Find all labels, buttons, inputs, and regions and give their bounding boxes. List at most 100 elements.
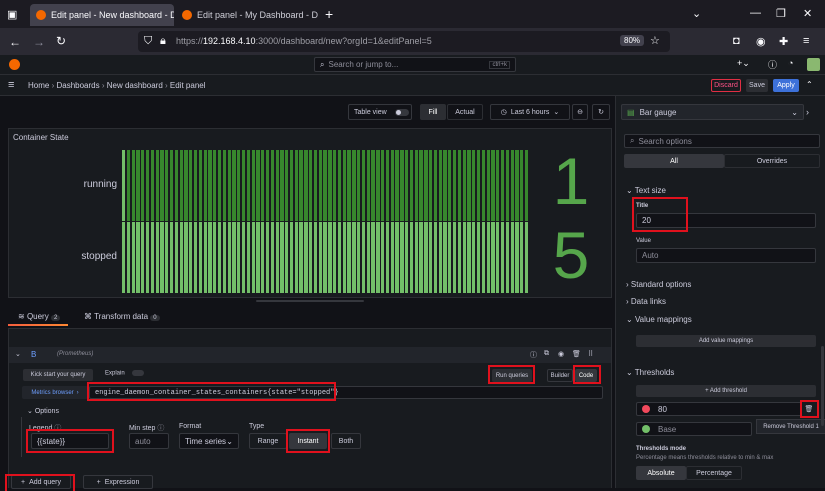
fill-option[interactable]: Fill (420, 104, 446, 120)
section-thresholds[interactable]: ⌄ Thresholds (626, 368, 674, 377)
refresh-button[interactable]: ↻ (592, 104, 610, 120)
url-bar[interactable]: ⛉ 🔒︎ https://192.168.4.10:3000/dashboard… (138, 31, 670, 52)
visualization-picker[interactable]: ▤ Bar gauge ⌄ (621, 104, 804, 120)
time-range-picker[interactable]: ◷ Last 6 hours ⌄ (490, 104, 570, 120)
tab-query-label: Query (26, 312, 49, 321)
type-range-option[interactable]: Range (249, 433, 287, 449)
add-threshold-button[interactable]: + Add threshold (636, 385, 816, 397)
value-size-input[interactable]: Auto (636, 248, 816, 263)
gauge-segment (294, 222, 298, 293)
explain-switch[interactable] (132, 370, 145, 376)
save-button[interactable]: Save (746, 79, 768, 92)
gauge-segment (457, 150, 462, 221)
gauge-segment (136, 150, 140, 221)
toggle-switch[interactable] (394, 108, 409, 116)
gauge-segment (251, 150, 255, 221)
section-text-size[interactable]: ⌄ Text size (626, 186, 666, 195)
type-both-option[interactable]: Both (331, 433, 361, 449)
breadcrumb-new-dashboard[interactable]: New dashboard (107, 81, 163, 90)
add-new-icon[interactable]: +⌄ (737, 58, 750, 69)
threshold-color-green-icon[interactable] (642, 425, 650, 433)
search-options-input[interactable]: ⌕ Search options (624, 134, 820, 148)
help-icon[interactable]: ⓘ (768, 58, 777, 71)
bookmark-star-icon[interactable]: ☆ (650, 34, 660, 47)
duplicate-query-icon[interactable]: ⧉ (544, 350, 549, 358)
format-select[interactable]: Time series ⌄ (179, 433, 239, 449)
tab-list-chevron-icon[interactable]: ⌄ (692, 7, 701, 20)
mode-percentage[interactable]: Percentage (686, 466, 742, 480)
section-standard-options[interactable]: › Standard options (626, 280, 691, 289)
tab-query[interactable]: ≋ Query 2 (18, 312, 61, 321)
min-step-input[interactable]: auto (129, 433, 169, 449)
query-datasource: (Prometheus) (57, 351, 94, 357)
close-pane-icon[interactable]: › (806, 107, 809, 117)
gauge-segment (145, 150, 150, 221)
breadcrumb-dashboards[interactable]: Dashboards (56, 81, 99, 90)
gauge-segment (309, 150, 313, 221)
breadcrumb: Home › Dashboards › New dashboard › Edit… (28, 81, 206, 90)
gauge-segment (232, 222, 236, 293)
expression-button[interactable]: + Expression (83, 475, 153, 489)
forward-icon[interactable]: → (33, 35, 45, 49)
apply-button[interactable]: Apply (773, 79, 799, 92)
search-options-placeholder: Search options (638, 136, 692, 146)
collapse-chevron-icon[interactable]: ⌃ (806, 80, 813, 89)
section-value-mappings[interactable]: ⌄ Value mappings (626, 315, 692, 324)
account-icon[interactable]: ◉ (756, 35, 766, 48)
collapse-query-icon[interactable]: ⌄ (15, 350, 21, 358)
browser-tab-2[interactable]: Edit panel - My Dashboard - Da ✕ (176, 4, 318, 26)
builder-mode-button[interactable]: Builder (547, 369, 573, 382)
gauge-segment (328, 222, 332, 293)
tab-overview-icon[interactable]: ▣ (7, 8, 17, 21)
tab-overrides[interactable]: Overrides (724, 154, 820, 168)
browser-tab-active[interactable]: Edit panel - New dashboard - D ✕ (30, 4, 174, 26)
delete-query-icon[interactable]: 🗑︎ (572, 350, 581, 358)
tab-transform[interactable]: ⌘ Transform data 0 (84, 312, 160, 321)
reload-icon[interactable]: ↻ (56, 34, 66, 48)
explain-toggle[interactable]: Explain (105, 370, 145, 377)
hide-query-icon[interactable]: ◉ (558, 350, 564, 358)
discard-button[interactable]: Discard (711, 79, 741, 92)
drag-handle-icon[interactable]: ⠿ (588, 350, 593, 358)
breadcrumb-home[interactable]: Home (28, 81, 49, 90)
gauge-segment (515, 150, 519, 221)
hamburger-menu-icon[interactable]: ≡ (8, 79, 14, 91)
threshold-1-input[interactable]: 80 (636, 402, 802, 416)
gauge-segment (261, 150, 265, 221)
options-toggle[interactable]: ⌄ Options (27, 407, 59, 415)
extensions-icon[interactable]: ✚ (779, 35, 788, 48)
pocket-icon[interactable]: ◘ (733, 35, 740, 47)
tab-title: Edit panel - My Dashboard - Da (197, 10, 318, 20)
zoom-badge[interactable]: 80% (620, 35, 645, 46)
query-ref-id[interactable]: B (31, 350, 36, 359)
gauge-segment (448, 222, 452, 293)
query-help-icon[interactable]: ⓘ (530, 350, 537, 360)
gauge-segment (217, 222, 222, 293)
grafana-search-input[interactable]: ⌕ Search or jump to... ctrl+k (314, 57, 516, 72)
gauge-segment (280, 222, 284, 293)
section-data-links[interactable]: › Data links (626, 297, 666, 306)
close-window-icon[interactable]: ✕ (803, 7, 812, 20)
table-view-toggle[interactable]: Table view (348, 104, 412, 120)
add-value-mappings-button[interactable]: Add value mappings (636, 335, 816, 347)
options-scrollbar[interactable] (821, 346, 824, 426)
avatar[interactable] (807, 58, 820, 71)
menu-icon[interactable]: ≡ (803, 35, 809, 47)
mode-absolute[interactable]: Absolute (636, 466, 686, 480)
back-icon[interactable]: ← (9, 35, 21, 49)
metrics-browser-button[interactable]: Metrics browser › (22, 386, 88, 399)
new-tab-icon[interactable]: + (325, 6, 333, 22)
minimize-icon[interactable]: — (750, 7, 761, 19)
news-rss-icon[interactable]: ◔ (788, 58, 793, 68)
gauge-segment (323, 150, 327, 221)
zoom-out-button[interactable]: ⊖ (572, 104, 588, 120)
remove-threshold-tooltip: Remove Threshold 1 (756, 419, 825, 434)
kick-start-button[interactable]: Kick start your query (23, 369, 93, 381)
panel-resize-handle[interactable] (256, 300, 364, 302)
grafana-logo-icon[interactable] (9, 59, 20, 70)
gauge-segment (486, 222, 490, 293)
tab-all[interactable]: All (624, 154, 724, 168)
actual-option[interactable]: Actual (447, 104, 483, 120)
threshold-color-red-icon[interactable] (642, 405, 650, 413)
restore-icon[interactable]: ❐ (776, 7, 786, 20)
